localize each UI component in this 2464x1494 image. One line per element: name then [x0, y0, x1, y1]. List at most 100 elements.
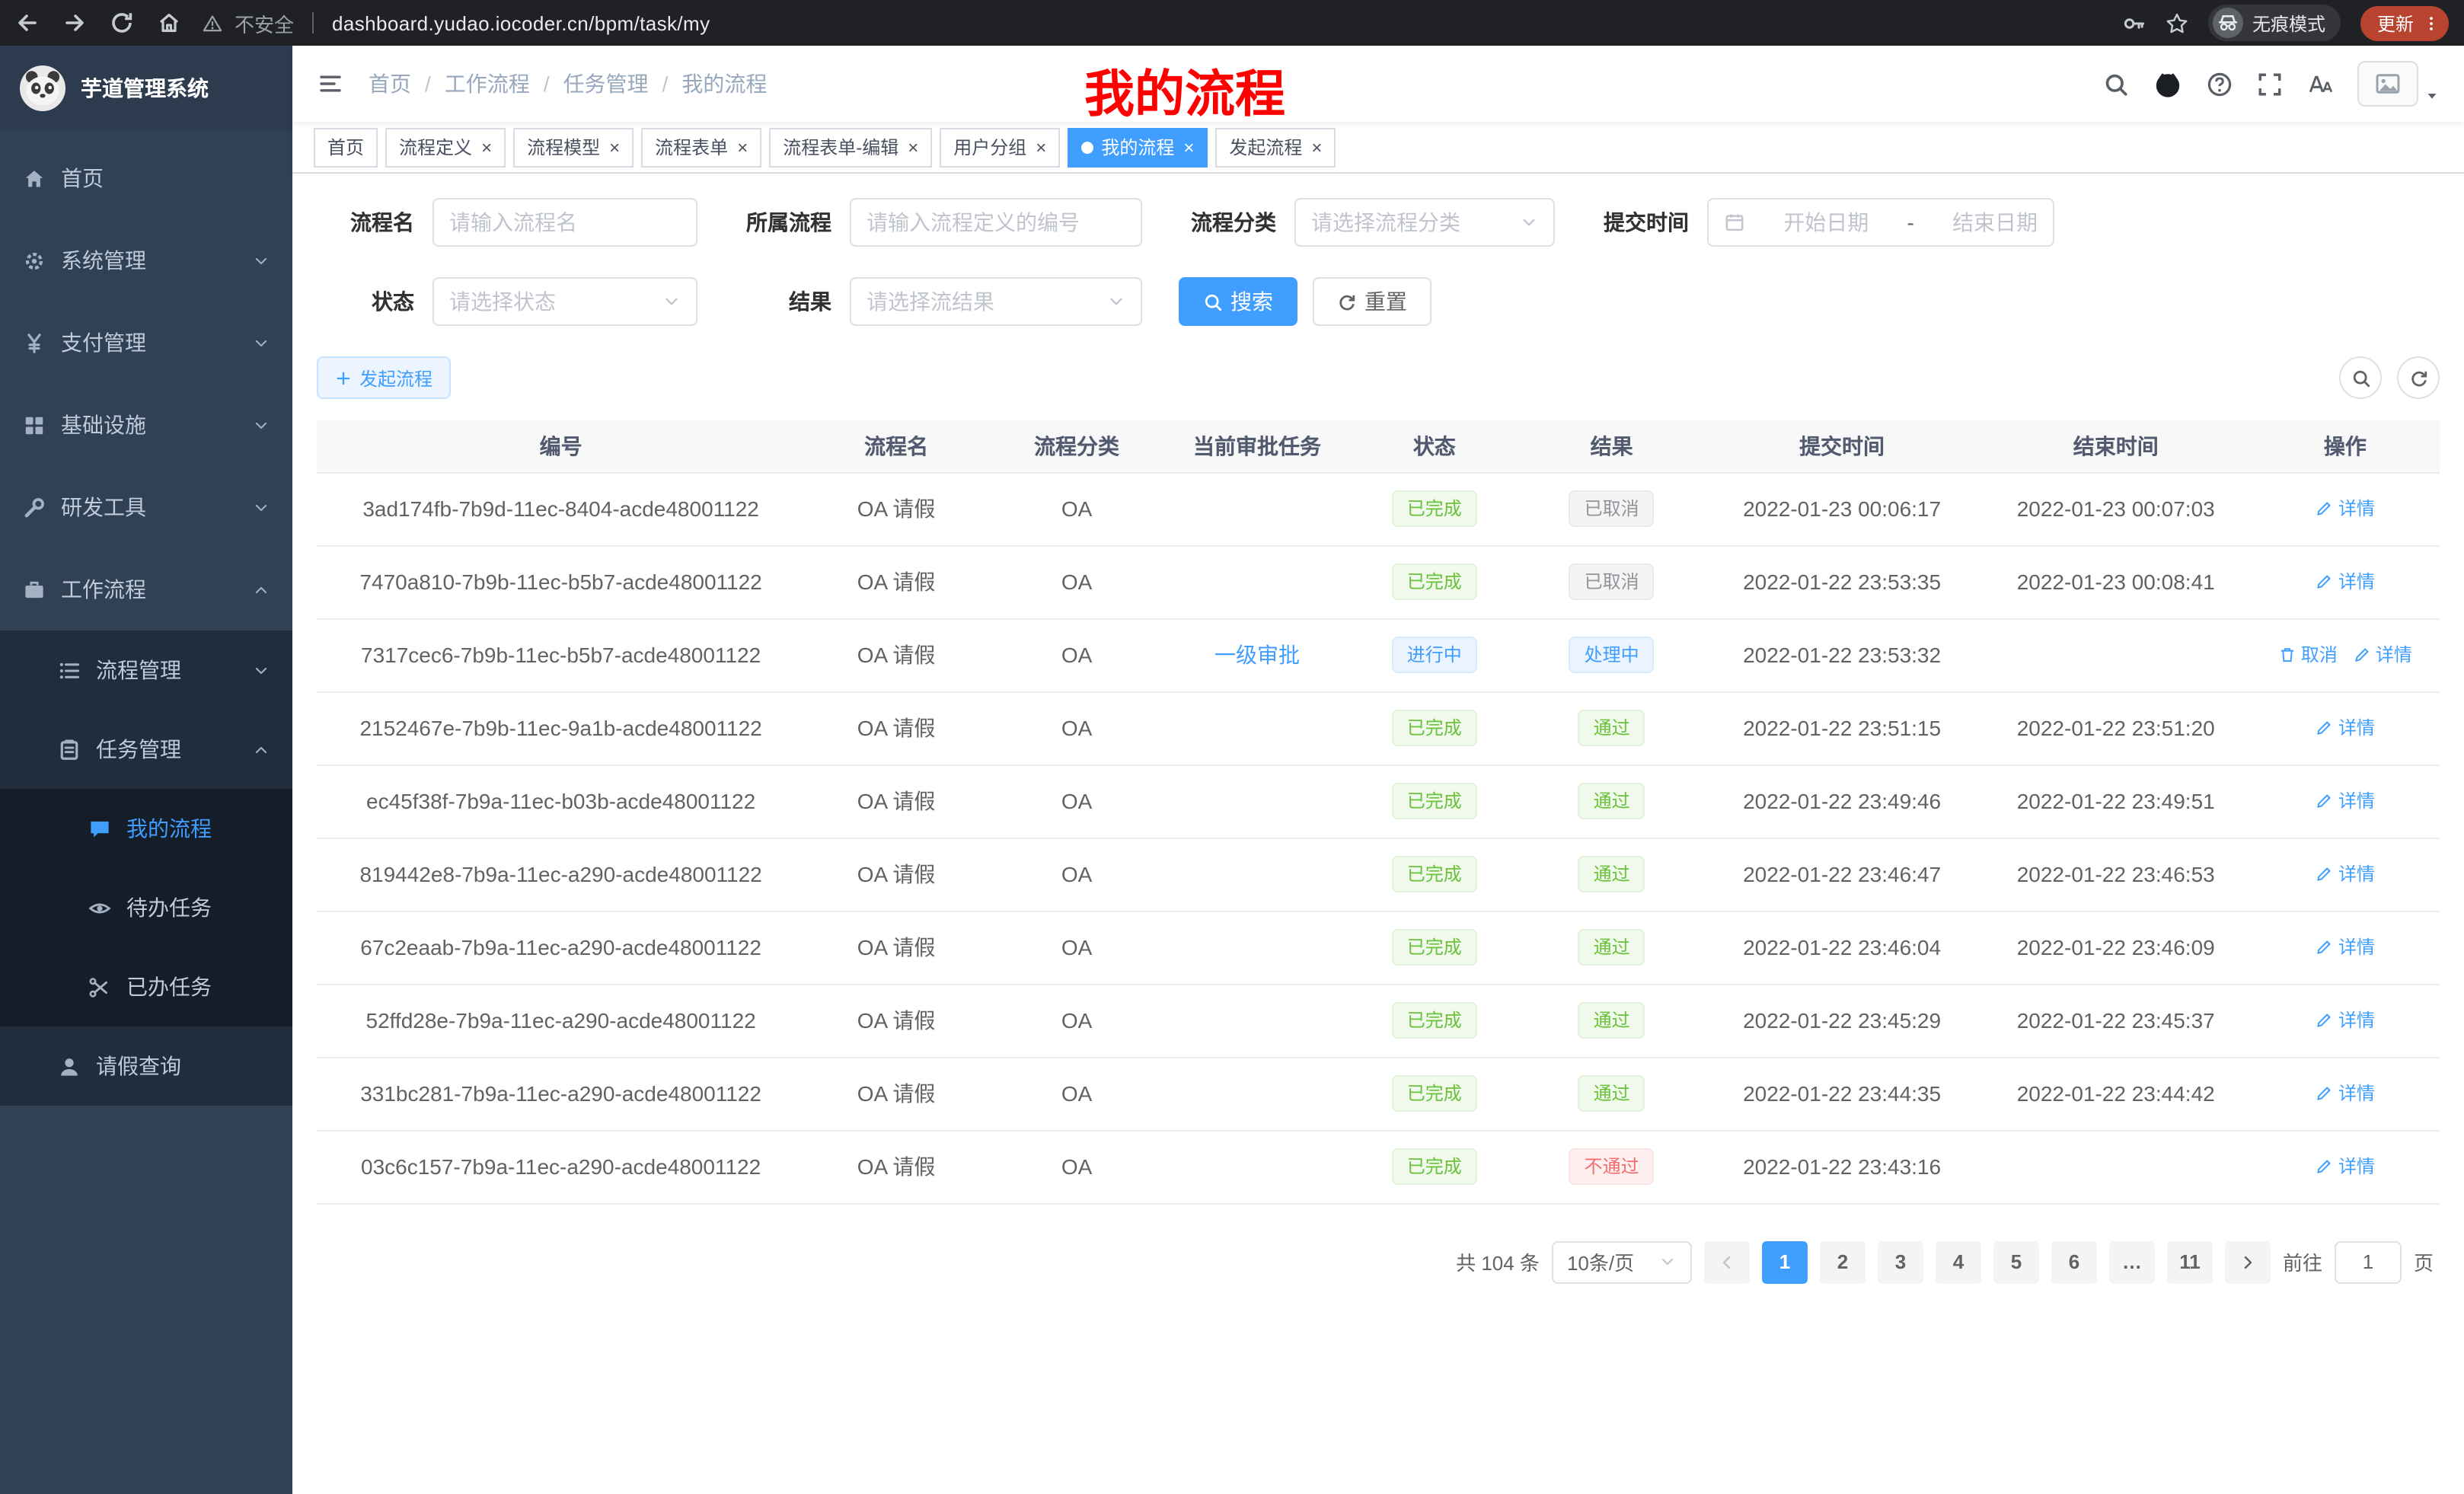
- update-button[interactable]: 更新: [2360, 5, 2449, 40]
- url-text[interactable]: dashboard.yudao.iocoder.cn/bpm/task/my: [332, 11, 710, 34]
- detail-link[interactable]: 详情: [2316, 1007, 2375, 1033]
- detail-link[interactable]: 详情: [2353, 642, 2412, 668]
- sidebar-item-done-task[interactable]: 已办任务: [0, 947, 292, 1026]
- create-process-button[interactable]: 发起流程: [317, 356, 451, 399]
- github-icon[interactable]: [2153, 69, 2182, 98]
- close-icon[interactable]: ×: [1034, 138, 1046, 156]
- close-icon[interactable]: ×: [608, 138, 620, 156]
- action-label: 详情: [2338, 934, 2375, 960]
- detail-link[interactable]: 详情: [2316, 934, 2375, 960]
- page-button-3[interactable]: 3: [1878, 1240, 1923, 1283]
- user-avatar[interactable]: [2357, 61, 2440, 107]
- status-select[interactable]: 请选择状态: [432, 277, 697, 326]
- sidebar-item-infrastructure[interactable]: 基础设施: [0, 384, 292, 466]
- close-icon[interactable]: ×: [1182, 138, 1194, 156]
- reset-button[interactable]: 重置: [1313, 277, 1431, 326]
- close-icon[interactable]: ×: [736, 138, 748, 156]
- sidebar-item-process-management[interactable]: 流程管理: [0, 630, 292, 710]
- help-icon[interactable]: [2207, 71, 2233, 97]
- range-separator: -: [1907, 210, 1913, 235]
- forward-icon[interactable]: [62, 11, 87, 35]
- detail-link[interactable]: 详情: [2316, 788, 2375, 814]
- detail-link[interactable]: 详情: [2316, 861, 2375, 887]
- view-tab[interactable]: 首页: [314, 127, 378, 167]
- view-tab[interactable]: 我的流程×: [1068, 127, 1208, 167]
- key-icon[interactable]: [2123, 11, 2146, 34]
- detail-link[interactable]: 详情: [2316, 569, 2375, 595]
- cell-result: 已取消: [1521, 472, 1703, 545]
- sidebar-toggle-icon[interactable]: [317, 72, 344, 96]
- page-button-1[interactable]: 1: [1762, 1240, 1808, 1283]
- category-select[interactable]: 请选择流程分类: [1294, 198, 1555, 247]
- prev-page-button[interactable]: [1704, 1240, 1750, 1283]
- cell-submit-time: 2022-01-22 23:45:29: [1703, 984, 1980, 1057]
- sidebar-item-task-management[interactable]: 任务管理: [0, 710, 292, 789]
- page-button-2[interactable]: 2: [1820, 1240, 1866, 1283]
- process-def-input[interactable]: 请输入流程定义的编号: [850, 198, 1142, 247]
- jump-page-input[interactable]: 1: [2335, 1240, 2402, 1283]
- view-tab[interactable]: 流程表单 ×: [641, 127, 761, 167]
- page-button-11[interactable]: 11: [2167, 1240, 2213, 1283]
- current-task-link[interactable]: 一级审批: [1214, 643, 1300, 667]
- font-size-icon[interactable]: [2307, 71, 2333, 97]
- reload-icon[interactable]: [110, 11, 134, 35]
- next-page-button[interactable]: [2225, 1240, 2271, 1283]
- view-tab[interactable]: 流程表单-编辑×: [769, 127, 932, 167]
- sidebar-item-label: 基础设施: [61, 410, 238, 440]
- tab-label: 用户分组: [953, 134, 1026, 160]
- cell-actions: 详情: [2251, 472, 2440, 545]
- app-logo[interactable]: 芋道管理系统: [0, 46, 292, 131]
- toggle-search-button[interactable]: [2339, 356, 2382, 399]
- page-button-6[interactable]: 6: [2051, 1240, 2097, 1283]
- column-header: 当前审批任务: [1166, 420, 1348, 472]
- view-tab[interactable]: 用户分组 ×: [940, 127, 1060, 167]
- sidebar-item-payment[interactable]: 支付管理: [0, 302, 292, 384]
- cancel-link[interactable]: 取消: [2278, 642, 2338, 668]
- page-size-select[interactable]: 10条/页: [1552, 1240, 1692, 1283]
- close-icon[interactable]: ×: [906, 138, 918, 156]
- view-tab[interactable]: 流程定义×: [385, 127, 506, 167]
- detail-link[interactable]: 详情: [2316, 1081, 2375, 1106]
- tab-label: 流程表单: [655, 134, 728, 160]
- search-button[interactable]: 搜索: [1179, 277, 1297, 326]
- header-search-icon[interactable]: [2103, 71, 2129, 97]
- close-icon[interactable]: ×: [480, 138, 492, 156]
- menu-dots-icon[interactable]: [2423, 13, 2440, 33]
- browser-home-icon[interactable]: [157, 11, 181, 35]
- sidebar-item-leave-query[interactable]: 请假查询: [0, 1026, 292, 1106]
- status-badge: 已完成: [1392, 783, 1477, 819]
- bookmark-star-icon[interactable]: [2166, 11, 2188, 34]
- sidebar-item-my-process[interactable]: 我的流程: [0, 789, 292, 868]
- close-icon[interactable]: ×: [1310, 138, 1322, 156]
- security-label[interactable]: 不安全: [235, 8, 294, 37]
- incognito-badge[interactable]: 无痕模式: [2208, 5, 2341, 41]
- detail-link[interactable]: 详情: [2316, 715, 2375, 741]
- breadcrumb-item[interactable]: 首页: [369, 69, 411, 99]
- view-tab[interactable]: 发起流程×: [1215, 127, 1336, 167]
- detail-link[interactable]: 详情: [2316, 1154, 2375, 1180]
- sidebar-item-dev-tools[interactable]: 研发工具: [0, 466, 292, 548]
- back-icon[interactable]: [15, 11, 40, 35]
- cell-process-name: OA 请假: [805, 984, 988, 1057]
- more-pages-icon[interactable]: …: [2109, 1240, 2155, 1283]
- view-tab[interactable]: 流程模型×: [513, 127, 634, 167]
- app-title: 芋道管理系统: [81, 73, 209, 104]
- breadcrumb-item[interactable]: 工作流程: [445, 69, 530, 99]
- result-select[interactable]: 请选择流结果: [850, 277, 1142, 326]
- cell-current-task: 一级审批: [1166, 618, 1348, 691]
- page-button-4[interactable]: 4: [1936, 1240, 1981, 1283]
- process-name-input[interactable]: 请输入流程名: [432, 198, 697, 247]
- sidebar-item-home[interactable]: 首页: [0, 137, 292, 219]
- address-bar[interactable]: 不安全 dashboard.yudao.iocoder.cn/bpm/task/…: [203, 8, 2123, 37]
- detail-link[interactable]: 详情: [2316, 496, 2375, 522]
- sidebar-item-system[interactable]: 系统管理: [0, 219, 292, 302]
- submit-time-range-picker[interactable]: 开始日期 - 结束日期: [1707, 198, 2054, 247]
- sidebar-item-todo-task[interactable]: 待办任务: [0, 868, 292, 947]
- sidebar-item-workflow[interactable]: 工作流程: [0, 548, 292, 630]
- cell-status: 已完成: [1348, 911, 1521, 984]
- breadcrumb-item[interactable]: 任务管理: [563, 69, 649, 99]
- page-button-5[interactable]: 5: [1993, 1240, 2039, 1283]
- breadcrumb-item[interactable]: 我的流程: [681, 69, 767, 99]
- refresh-table-button[interactable]: [2397, 356, 2440, 399]
- fullscreen-icon[interactable]: [2257, 71, 2283, 97]
